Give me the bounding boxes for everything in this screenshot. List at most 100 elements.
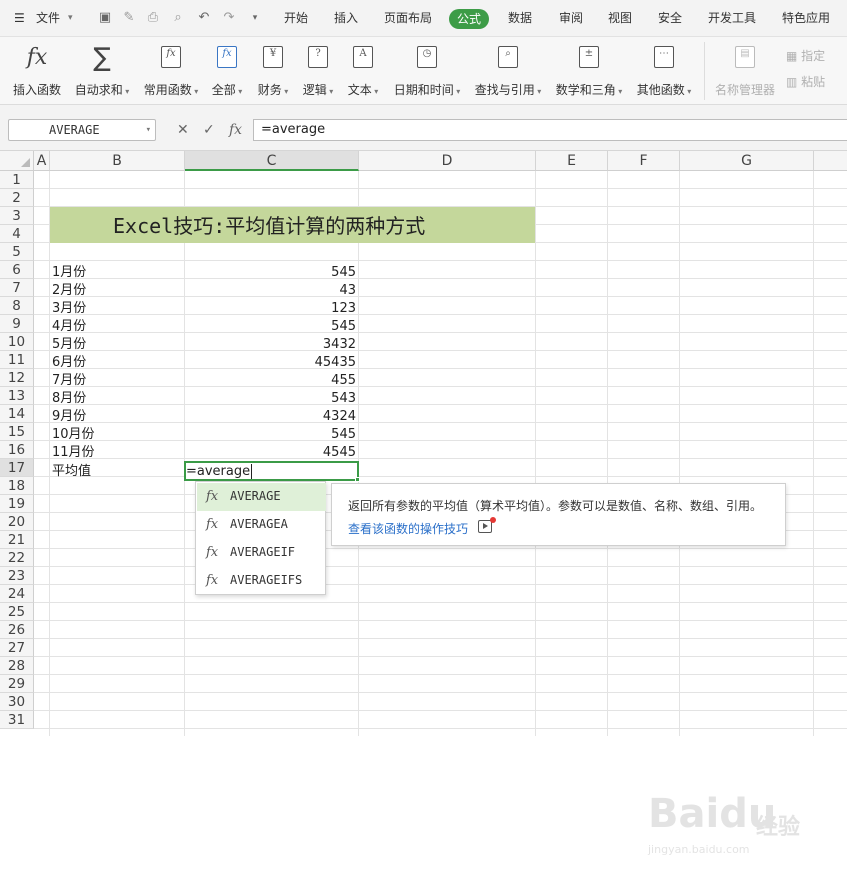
row-header-12[interactable]: 12 (0, 369, 34, 387)
autocomplete-item-averagea[interactable]: fx AVERAGEA (197, 511, 326, 539)
average-label-cell[interactable]: 平均值 (52, 463, 91, 480)
redo-icon[interactable]: ↷ (222, 11, 236, 25)
row-header-4[interactable]: 4 (0, 225, 34, 243)
row-header-18[interactable]: 18 (0, 477, 34, 495)
value-cell[interactable]: 545 (190, 264, 356, 281)
autocomplete-item-average[interactable]: fx AVERAGE (197, 483, 326, 511)
value-cell[interactable]: 123 (190, 300, 356, 317)
value-cell[interactable]: 545 (190, 426, 356, 443)
month-cell[interactable]: 7月份 (52, 372, 86, 389)
row-header-24[interactable]: 24 (0, 585, 34, 603)
autocomplete-item-averageif[interactable]: fx AVERAGEIF (197, 539, 326, 567)
month-cell[interactable]: 8月份 (52, 390, 86, 407)
hamburger-icon[interactable]: ☰ (14, 0, 25, 37)
paste-name-button[interactable]: ▥ 粘贴 (786, 73, 825, 90)
print-preview-icon[interactable]: ⌕ (171, 11, 185, 25)
row-header-16[interactable]: 16 (0, 441, 34, 459)
month-cell[interactable]: 11月份 (52, 444, 95, 461)
row-header-15[interactable]: 15 (0, 423, 34, 441)
month-cell[interactable]: 10月份 (52, 426, 95, 443)
col-header-a[interactable]: A (34, 151, 50, 171)
row-header-26[interactable]: 26 (0, 621, 34, 639)
col-header-d[interactable]: D (359, 151, 536, 171)
col-header-e[interactable]: E (536, 151, 608, 171)
math-trig-button[interactable]: ± 数学和三角 ▾ (552, 43, 626, 101)
row-header-21[interactable]: 21 (0, 531, 34, 549)
row-header-22[interactable]: 22 (0, 549, 34, 567)
month-cell[interactable]: 6月份 (52, 354, 86, 371)
file-dropdown-icon[interactable]: ▾ (68, 0, 73, 37)
tab-formulas[interactable]: 公式 (449, 9, 490, 29)
row-header-28[interactable]: 28 (0, 657, 34, 675)
value-cell[interactable]: 3432 (190, 336, 356, 353)
finance-button[interactable]: ¥ 财务 ▾ (254, 43, 292, 101)
tab-home[interactable]: 开始 (284, 0, 308, 37)
row-header-14[interactable]: 14 (0, 405, 34, 423)
cancel-icon[interactable]: ✕ (177, 122, 189, 138)
month-cell[interactable]: 1月份 (52, 264, 86, 281)
row-header-5[interactable]: 5 (0, 243, 34, 261)
common-functions-button[interactable]: fx 常用函数 ▾ (141, 43, 201, 101)
col-header-g[interactable]: G (680, 151, 814, 171)
sheet-title[interactable]: Excel技巧:平均值计算的两种方式 (113, 213, 425, 239)
all-functions-button[interactable]: fx 全部 ▾ (209, 43, 245, 101)
row-header-6[interactable]: 6 (0, 261, 34, 279)
row-header-29[interactable]: 29 (0, 675, 34, 693)
value-cell[interactable]: 455 (190, 372, 356, 389)
row-header-9[interactable]: 9 (0, 315, 34, 333)
month-cell[interactable]: 3月份 (52, 300, 86, 317)
define-name-button[interactable]: ▦ 指定 (786, 47, 825, 64)
row-header-2[interactable]: 2 (0, 189, 34, 207)
tab-special[interactable]: 特色应用 (782, 0, 830, 37)
confirm-icon[interactable]: ✓ (203, 122, 215, 138)
col-header-b[interactable]: B (50, 151, 185, 171)
value-cell[interactable]: 545 (190, 318, 356, 335)
tab-security[interactable]: 安全 (658, 0, 682, 37)
month-cell[interactable]: 9月份 (52, 408, 86, 425)
tab-insert[interactable]: 插入 (334, 0, 358, 37)
autosum-button[interactable]: ∑ 自动求和 ▾ (72, 43, 132, 101)
tab-developer[interactable]: 开发工具 (708, 0, 756, 37)
insert-function-button[interactable]: fx 插入函数 (10, 43, 64, 101)
row-header-23[interactable]: 23 (0, 567, 34, 585)
row-header-10[interactable]: 10 (0, 333, 34, 351)
row-header-1[interactable]: 1 (0, 171, 34, 189)
more-functions-button[interactable]: ⋯ 其他函数 ▾ (633, 43, 695, 101)
print-icon[interactable]: ⎙ (146, 11, 160, 25)
row-header-17[interactable]: 17 (0, 459, 34, 477)
format-painter-icon[interactable]: ✎ (122, 11, 136, 25)
logic-button[interactable]: ? 逻辑 ▾ (299, 43, 337, 101)
file-menu[interactable]: 文件 (36, 0, 60, 37)
month-cell[interactable]: 2月份 (52, 282, 86, 299)
row-header-27[interactable]: 27 (0, 639, 34, 657)
value-cell[interactable]: 43 (190, 282, 356, 299)
row-header-3[interactable]: 3 (0, 207, 34, 225)
insert-function-fx-icon[interactable]: fx (229, 122, 242, 138)
spreadsheet-grid[interactable]: A B C D E F G 1 2 3 4 5 6 7 8 9 10 11 12 13 14 15 16 17 1… (0, 151, 847, 856)
tab-page-layout[interactable]: 页面布局 (384, 0, 432, 37)
row-header-8[interactable]: 8 (0, 297, 34, 315)
lookup-reference-button[interactable]: ⌕ 查找与引用 ▾ (471, 43, 545, 101)
name-box-dropdown-icon[interactable]: ▾ (146, 120, 151, 140)
select-all-corner[interactable] (0, 151, 34, 171)
row-header-13[interactable]: 13 (0, 387, 34, 405)
row-header-7[interactable]: 7 (0, 279, 34, 297)
undo-icon[interactable]: ↶ (197, 11, 211, 25)
row-header-11[interactable]: 11 (0, 351, 34, 369)
name-box[interactable]: AVERAGE ▾ (8, 119, 156, 141)
quick-access-dropdown-icon[interactable]: ▾ (248, 11, 262, 25)
formula-input[interactable]: =average (253, 119, 847, 141)
text-button[interactable]: A 文本 ▾ (344, 43, 382, 101)
col-header-f[interactable]: F (608, 151, 680, 171)
value-cell[interactable]: 543 (190, 390, 356, 407)
row-header-30[interactable]: 30 (0, 693, 34, 711)
function-tips-link[interactable]: 查看该函数的操作技巧 (348, 520, 468, 537)
value-cell[interactable]: 4545 (190, 444, 356, 461)
date-time-button[interactable]: ◷ 日期和时间 ▾ (390, 43, 464, 101)
name-manager-button[interactable]: ▤ 名称管理器 (712, 43, 778, 101)
row-header-31[interactable]: 31 (0, 711, 34, 729)
tab-review[interactable]: 审阅 (559, 0, 583, 37)
month-cell[interactable]: 4月份 (52, 318, 86, 335)
col-header-h[interactable] (814, 151, 847, 171)
value-cell[interactable]: 4324 (190, 408, 356, 425)
